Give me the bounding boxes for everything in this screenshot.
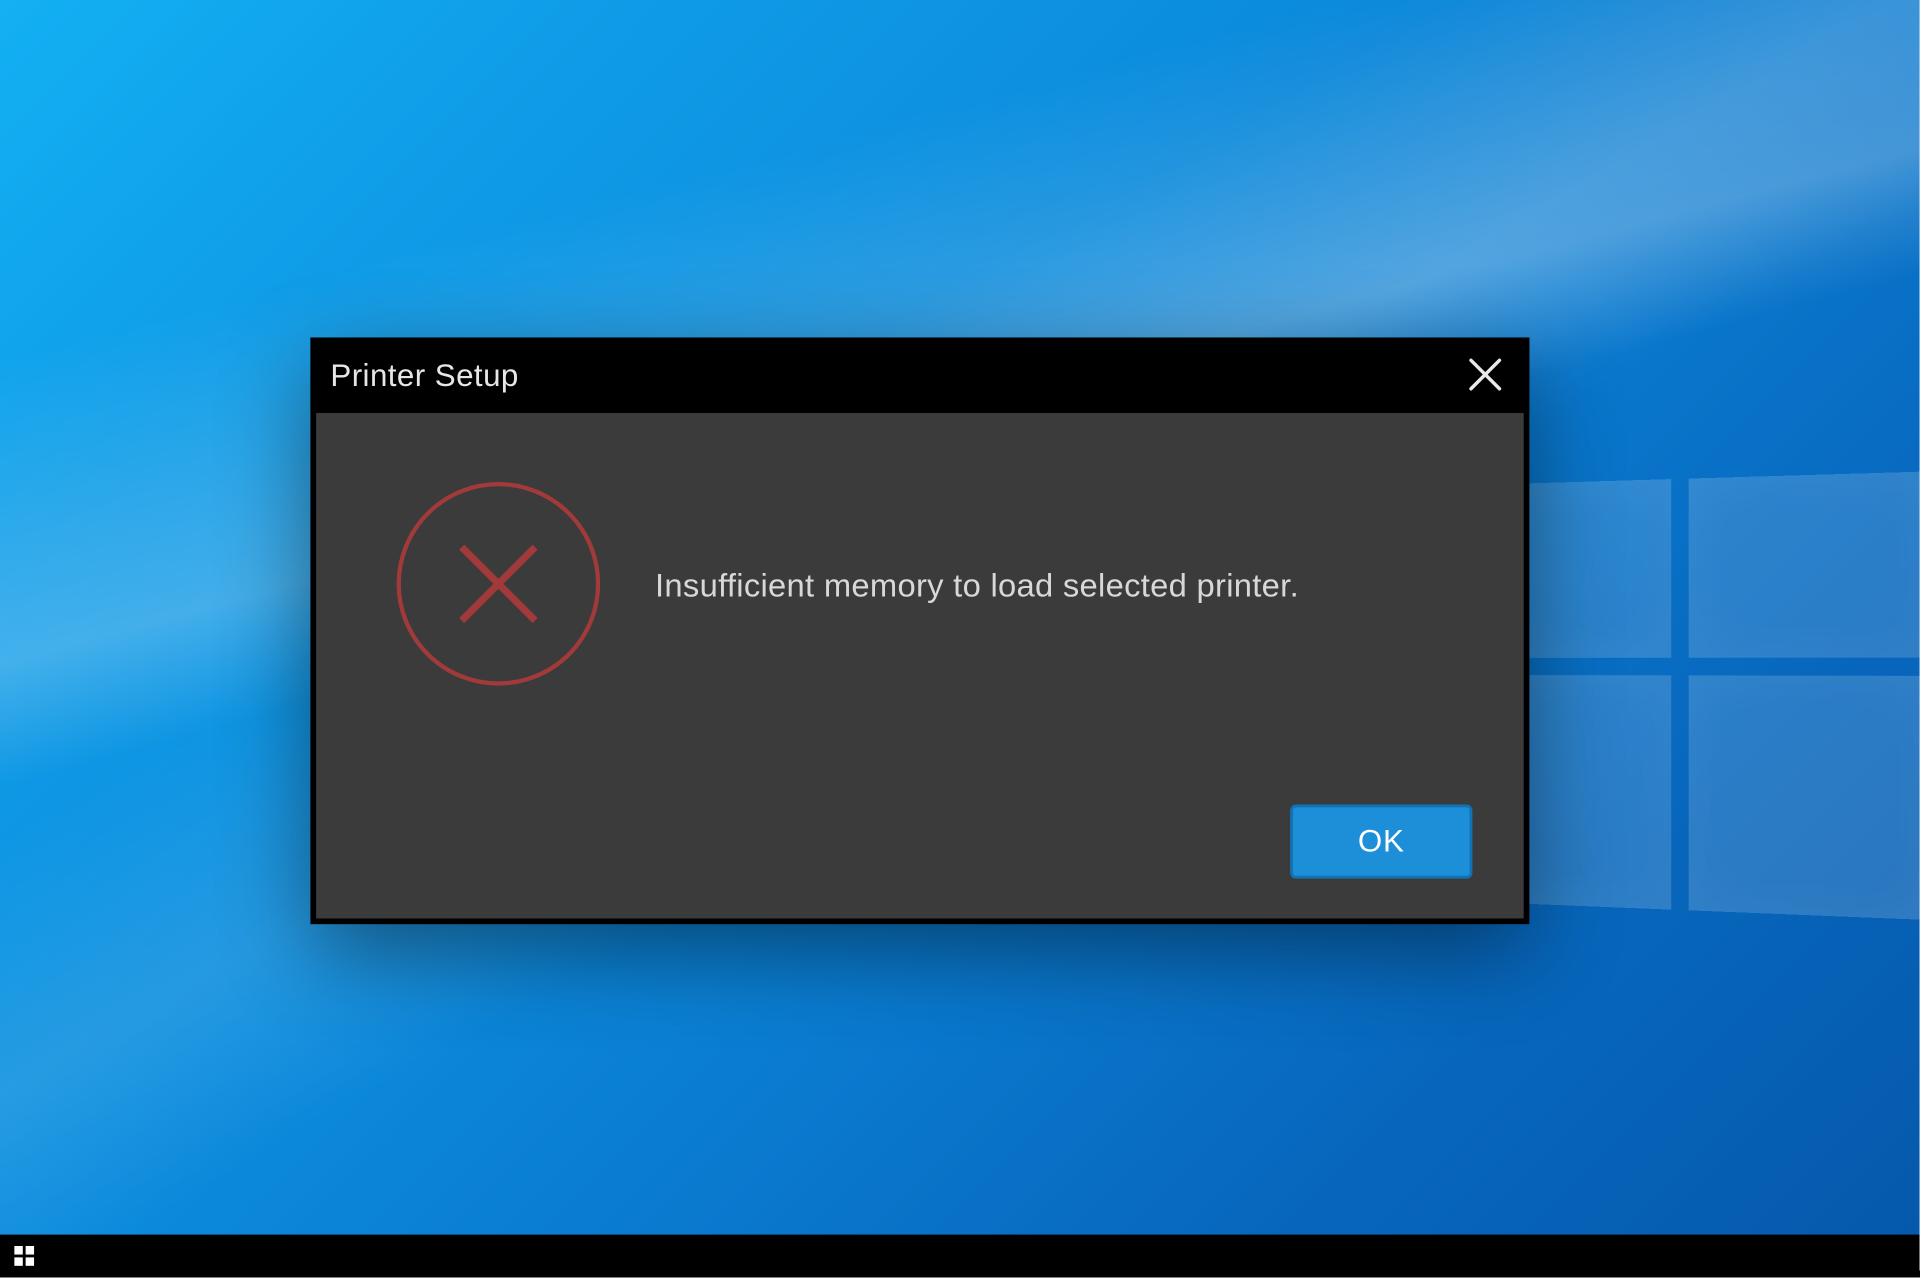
dialog-title: Printer Setup xyxy=(310,357,518,394)
taskbar xyxy=(0,1235,1920,1278)
windows-logo-pane xyxy=(1689,471,1920,657)
ok-button[interactable]: OK xyxy=(1290,805,1472,879)
close-icon xyxy=(1467,356,1504,393)
close-button[interactable] xyxy=(1452,346,1518,403)
dialog-body: Insufficient memory to load selected pri… xyxy=(316,413,1524,919)
windows-logo-pane xyxy=(1689,675,1920,920)
windows-logo xyxy=(1502,473,1865,851)
desktop-wallpaper: Printer Setup Insufficient memory to loa… xyxy=(0,0,1920,1277)
start-button[interactable] xyxy=(0,1235,48,1278)
ok-button-label: OK xyxy=(1358,823,1405,860)
error-icon xyxy=(393,478,604,689)
dialog-titlebar[interactable]: Printer Setup xyxy=(310,337,1529,412)
error-dialog: Printer Setup Insufficient memory to loa… xyxy=(310,337,1529,924)
windows-start-icon xyxy=(14,1246,34,1266)
dialog-message: Insufficient memory to load selected pri… xyxy=(655,567,1467,605)
